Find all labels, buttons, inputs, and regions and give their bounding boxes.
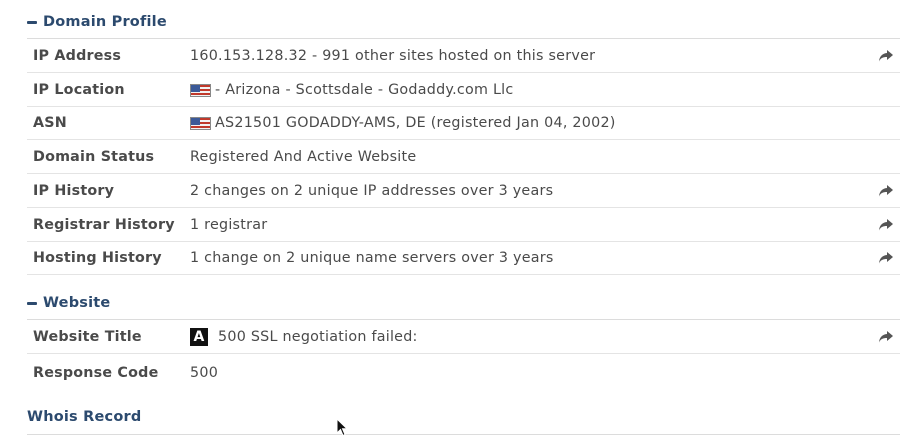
value-response-code: 500 <box>190 365 219 381</box>
label-hosting-history: Hosting History <box>33 250 162 266</box>
row-response-code: Response Code 500 <box>27 355 900 391</box>
divider <box>27 38 900 39</box>
us-flag-icon <box>190 116 211 130</box>
share-arrow-icon[interactable] <box>878 184 894 198</box>
section-title-domain-profile: Domain Profile <box>43 14 167 30</box>
value-website-title-wrap: A 500 SSL negotiation failed: <box>190 328 418 346</box>
site-favicon-icon: A <box>190 328 208 346</box>
section-toggle-domain-profile[interactable]: Domain Profile <box>27 10 167 34</box>
share-arrow-icon[interactable] <box>878 218 894 232</box>
section-title-website: Website <box>43 295 111 311</box>
label-ip-location: IP Location <box>33 82 125 98</box>
share-arrow-icon[interactable] <box>878 251 894 265</box>
label-ip-history: IP History <box>33 183 115 199</box>
row-ip-history: IP History 2 changes on 2 unique IP addr… <box>27 175 900 208</box>
label-website-title: Website Title <box>33 329 142 345</box>
divider <box>27 319 900 320</box>
value-hosting-history[interactable]: 1 change on 2 unique name servers over 3… <box>190 250 554 266</box>
row-website-title: Website Title A 500 SSL negotiation fail… <box>27 321 900 354</box>
value-asn: AS21501 GODADDY-AMS, DE (registered Jan … <box>215 115 616 131</box>
share-arrow-icon[interactable] <box>878 330 894 344</box>
row-registrar-history: Registrar History 1 registrar <box>27 209 900 242</box>
divider <box>27 434 900 435</box>
value-domain-status: Registered And Active Website <box>190 149 417 165</box>
label-registrar-history: Registrar History <box>33 217 175 233</box>
value-ip-history[interactable]: 2 changes on 2 unique IP addresses over … <box>190 183 553 199</box>
value-registrar-history[interactable]: 1 registrar <box>190 217 267 233</box>
row-ip-location: IP Location - Arizona - Scottsdale - God… <box>27 74 900 107</box>
collapse-icon <box>27 20 37 24</box>
value-website-title: 500 SSL negotiation failed: <box>218 329 418 345</box>
label-ip-address: IP Address <box>33 48 122 64</box>
row-domain-status: Domain Status Registered And Active Webs… <box>27 141 900 174</box>
value-ip-address[interactable]: 160.153.128.32 - 991 other sites hosted … <box>190 48 595 64</box>
row-asn: ASN AS21501 GODADDY-AMS, DE (registered … <box>27 107 900 140</box>
mouse-cursor-icon <box>336 418 348 437</box>
label-asn: ASN <box>33 115 67 131</box>
value-ip-location-wrap: - Arizona - Scottsdale - Godaddy.com Llc <box>190 82 514 98</box>
value-ip-location: - Arizona - Scottsdale - Godaddy.com Llc <box>215 82 514 98</box>
section-title-whois: Whois Record <box>27 409 142 425</box>
label-domain-status: Domain Status <box>33 149 155 165</box>
collapse-icon <box>27 301 37 305</box>
row-ip-address: IP Address 160.153.128.32 - 991 other si… <box>27 40 900 73</box>
row-hosting-history: Hosting History 1 change on 2 unique nam… <box>27 242 900 275</box>
share-arrow-icon[interactable] <box>878 49 894 63</box>
section-toggle-whois[interactable]: Whois Record <box>27 405 141 429</box>
us-flag-icon <box>190 83 211 97</box>
value-asn-wrap: AS21501 GODADDY-AMS, DE (registered Jan … <box>190 115 616 131</box>
section-toggle-website[interactable]: Website <box>27 291 110 315</box>
label-response-code: Response Code <box>33 365 159 381</box>
